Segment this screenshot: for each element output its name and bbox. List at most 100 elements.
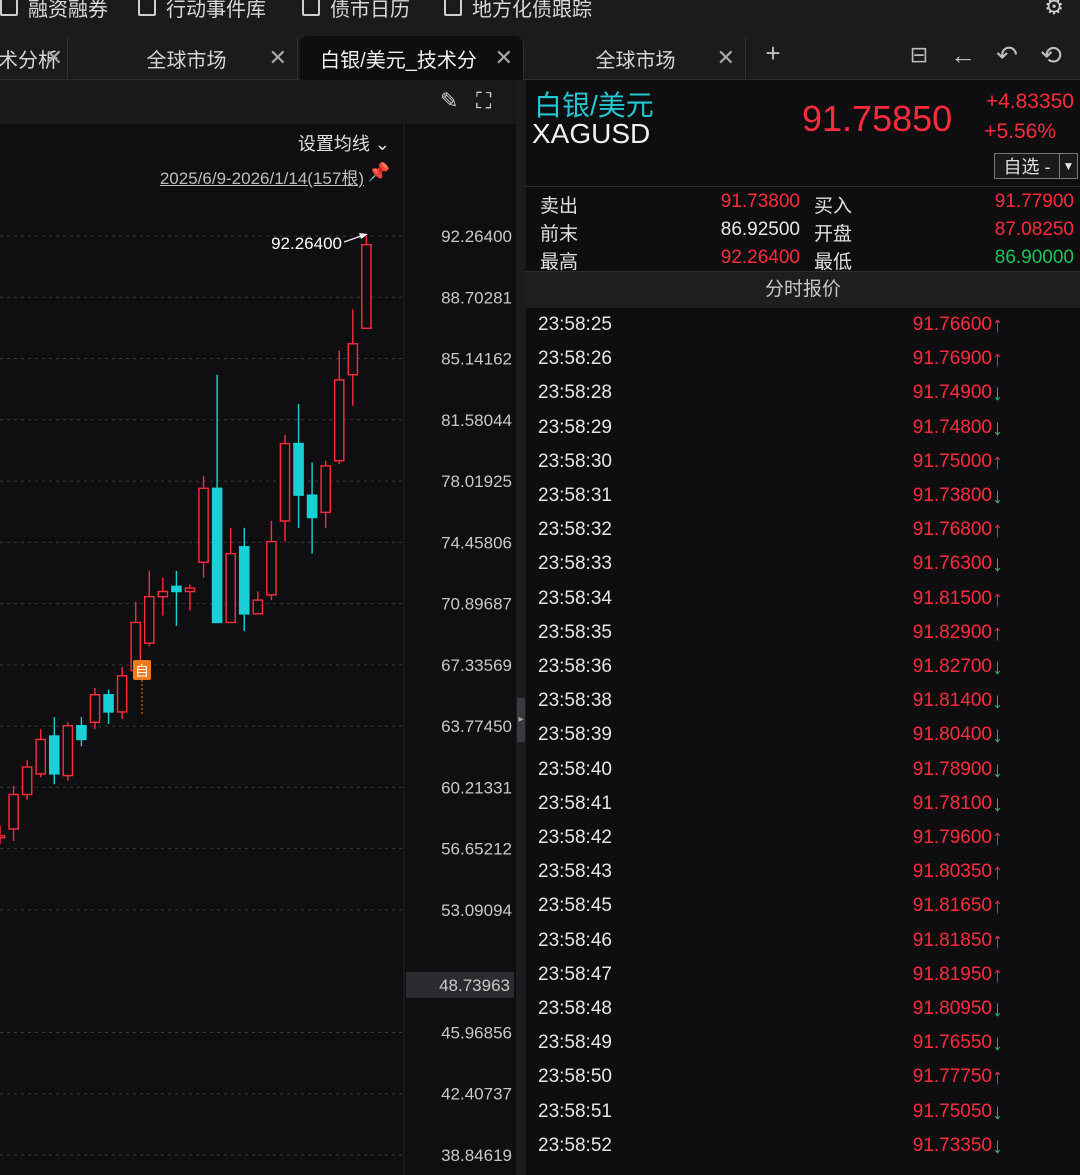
candle-up bbox=[279, 442, 291, 522]
tick-price: 91.76300 bbox=[912, 553, 992, 575]
menu-item-margin-trading[interactable]: 融资融券 bbox=[0, 0, 108, 22]
add-tab-icon[interactable]: + bbox=[758, 38, 788, 68]
tick-time: 23:58:35 bbox=[538, 621, 612, 643]
history-icon[interactable]: ⟲ bbox=[1036, 40, 1066, 70]
tick-row: 23:58:31 91.73800 ↓ bbox=[526, 479, 1080, 513]
splitter-handle[interactable]: ▸ bbox=[517, 698, 525, 742]
watchlist-label: 自选 - bbox=[1003, 157, 1051, 177]
arrow-down-icon: ↓ bbox=[992, 1132, 1003, 1158]
y-tick-label: 81.58044 bbox=[441, 411, 512, 430]
stat-value: 92.26400 bbox=[720, 247, 800, 268]
pin-icon[interactable]: 📌 bbox=[368, 162, 390, 183]
gear-icon[interactable]: ⚙ bbox=[1044, 0, 1064, 20]
tick-price: 91.76550 bbox=[912, 1032, 992, 1054]
candles bbox=[0, 236, 372, 845]
tick-price: 91.76900 bbox=[912, 348, 992, 370]
tick-row: 23:58:40 91.78900 ↓ bbox=[526, 753, 1080, 787]
undo-icon[interactable]: ↶ bbox=[992, 40, 1022, 70]
candlestick-chart[interactable]: 92.26400 88.70281 85.14162 81.58044 78.01925… bbox=[0, 80, 516, 1175]
price-change: +4.83350 bbox=[985, 90, 1074, 113]
candle-up bbox=[8, 793, 19, 830]
tick-price: 91.81650 bbox=[912, 895, 992, 917]
fullscreen-icon[interactable]: ⛶ bbox=[476, 88, 491, 114]
candle-down bbox=[171, 585, 182, 593]
tick-time: 23:58:49 bbox=[538, 1032, 612, 1054]
checkbox-icon bbox=[138, 0, 156, 16]
tab-technical-analysis-partial[interactable]: 术分析 ✕ bbox=[0, 36, 68, 80]
tick-time: 23:58:28 bbox=[538, 382, 612, 404]
tab-global-market[interactable]: 全球市场 ✕ bbox=[76, 36, 298, 80]
chart-icon bbox=[444, 0, 462, 16]
close-icon[interactable]: ✕ bbox=[495, 45, 513, 71]
y-tick-label: 60.21331 bbox=[441, 778, 512, 797]
window-icon[interactable]: ⊟ bbox=[904, 40, 934, 70]
tab-global-market-2[interactable]: 全球市场 ✕ bbox=[526, 36, 746, 80]
menu-item-event-library[interactable]: 行动事件库 bbox=[138, 0, 266, 22]
tick-time: 23:58:30 bbox=[538, 450, 612, 472]
stat-label: 开盘 bbox=[814, 224, 853, 245]
tick-row: 23:58:34 91.81500 ↑ bbox=[526, 582, 1080, 616]
tick-price: 91.78900 bbox=[912, 758, 992, 780]
candle-up bbox=[320, 465, 331, 514]
tick-row: 23:58:29 91.74800 ↓ bbox=[526, 411, 1080, 445]
high-price-label: 92.26400 bbox=[271, 234, 342, 253]
tick-time: 23:58:51 bbox=[538, 1100, 612, 1122]
tick-price: 91.79600 bbox=[912, 827, 992, 848]
candle-down bbox=[103, 694, 114, 713]
stat-value: 86.92500 bbox=[720, 219, 800, 240]
tick-row: 23:58:26 91.76900 ↑ bbox=[526, 342, 1080, 376]
menu-item-local-debt-tracking[interactable]: 地方化债跟踪 bbox=[444, 0, 592, 22]
chevron-down-icon[interactable]: ▼ bbox=[1059, 154, 1077, 178]
candle-up bbox=[266, 540, 277, 596]
calculator-icon bbox=[0, 0, 18, 16]
tick-row: 23:58:39 91.80400 ↓ bbox=[526, 718, 1080, 752]
y-axis-labels: 92.26400 88.70281 85.14162 81.58044 78.01925… bbox=[441, 227, 512, 1165]
candle-up bbox=[184, 587, 196, 593]
kline-chart-panel[interactable]: 92.26400 88.70281 85.14162 81.58044 78.01925… bbox=[0, 80, 516, 1175]
tick-time: 23:58:41 bbox=[538, 792, 612, 814]
chart-grid bbox=[0, 124, 405, 1175]
arrow-up-icon: ↑ bbox=[992, 517, 1003, 543]
tick-time: 23:58:32 bbox=[538, 519, 612, 541]
tick-time: 23:58:26 bbox=[538, 348, 612, 370]
candle-down bbox=[211, 487, 223, 624]
candle-down bbox=[306, 494, 318, 519]
moving-average-settings[interactable]: 设置均线 ⌄ bbox=[298, 130, 390, 156]
menu-item-bond-calendar[interactable]: 债市日历 bbox=[302, 0, 410, 22]
self-select-tag-label: 自 bbox=[135, 664, 149, 680]
tick-price: 91.73350 bbox=[912, 1134, 992, 1156]
draw-brush-icon[interactable]: ✎ bbox=[440, 88, 458, 114]
date-range-label[interactable]: 2025/6/9-2026/1/14(157根) bbox=[160, 164, 364, 189]
candle-up bbox=[347, 343, 359, 376]
menu-item-label: 融资融券 bbox=[28, 0, 108, 21]
tick-time: 23:58:40 bbox=[538, 758, 612, 780]
stat-row: 卖出 91.73800 买入 91.77900 bbox=[526, 189, 1080, 217]
tick-row: 23:58:32 91.76800 ↑ bbox=[526, 513, 1080, 547]
close-icon[interactable]: ✕ bbox=[269, 45, 287, 71]
arrow-up-icon: ↑ bbox=[992, 619, 1003, 645]
tab-silver-usd-technical[interactable]: 白银/美元_技术分 ✕ bbox=[300, 36, 524, 80]
add-to-watchlist-button[interactable]: 自选 - ▼ bbox=[994, 153, 1078, 179]
candle-up bbox=[225, 552, 236, 624]
stat-label: 前末 bbox=[540, 224, 579, 245]
tick-list[interactable]: 23:58:25 91.76600 ↑ 23:58:26 91.76900 ↑ 23:58:… bbox=[526, 308, 1080, 1175]
y-tick-label: 67.33569 bbox=[441, 656, 512, 675]
tick-price: 91.74900 bbox=[912, 382, 992, 404]
tick-row: 23:58:33 91.76300 ↓ bbox=[526, 547, 1080, 581]
tick-price: 91.81850 bbox=[912, 929, 992, 951]
candle-up bbox=[21, 766, 33, 796]
panel-splitter[interactable]: ▸ bbox=[516, 80, 526, 1175]
tick-row: 23:58:51 91.75050 ↓ bbox=[526, 1095, 1080, 1129]
close-icon[interactable]: ✕ bbox=[45, 45, 63, 71]
candle-up bbox=[116, 675, 128, 713]
candle-up bbox=[252, 599, 264, 615]
candle-up bbox=[0, 835, 6, 839]
arrow-down-icon: ↓ bbox=[992, 380, 1003, 406]
arrow-up-icon: ↑ bbox=[992, 825, 1003, 850]
candle-up bbox=[333, 379, 345, 462]
stat-label: 最高 bbox=[540, 252, 579, 273]
chart-toolbar: ✎ ⛶ bbox=[0, 80, 516, 124]
back-arrow-icon[interactable]: ← bbox=[948, 40, 978, 70]
close-icon[interactable]: ✕ bbox=[717, 45, 735, 71]
arrow-down-icon: ↓ bbox=[992, 1030, 1003, 1056]
